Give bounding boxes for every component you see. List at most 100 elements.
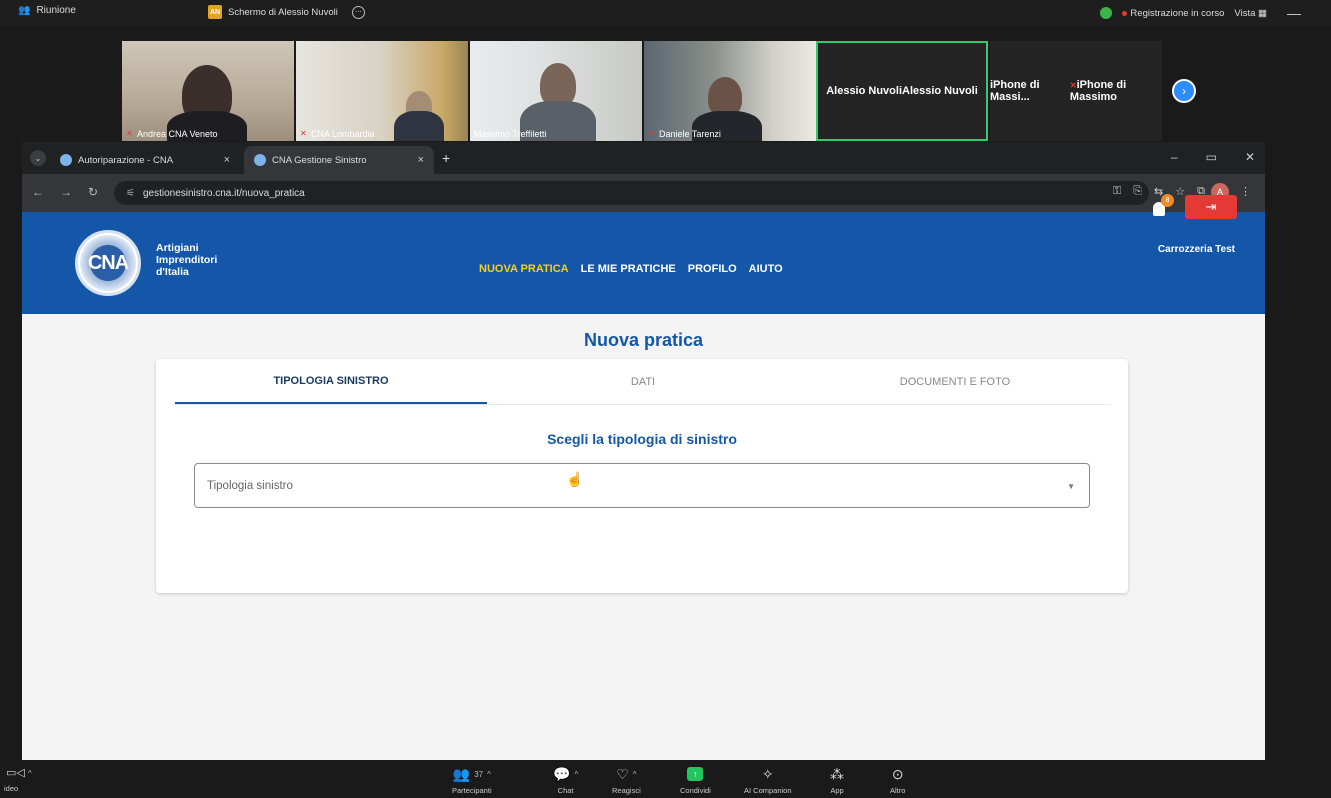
sparkle-icon: ✧: [761, 765, 774, 782]
participant-tile-active[interactable]: Alessio Nuvoli Alessio Nuvoli: [816, 41, 988, 141]
chat-label: Chat: [557, 786, 574, 795]
apps-icon: ⁂: [830, 765, 844, 782]
view-label: Vista: [1234, 7, 1256, 19]
video-button[interactable]: ▭◁ ^ ideo: [4, 766, 32, 793]
recording-dot-icon: [1122, 10, 1128, 16]
mic-muted-icon: ✕: [648, 129, 655, 138]
chevron-up-icon[interactable]: ^: [574, 770, 578, 779]
cast-icon[interactable]: ⎘: [1133, 185, 1142, 198]
brand-line: Imprenditori: [156, 254, 218, 266]
tab-search-icon[interactable]: ⌄: [30, 150, 46, 166]
recording-status[interactable]: Registrazione in corso: [1122, 8, 1224, 19]
close-tab-icon[interactable]: ×: [224, 154, 230, 166]
meeting-info[interactable]: 👥 Riunione: [18, 5, 76, 16]
apps-button[interactable]: ⁂ App: [830, 765, 844, 796]
password-key-icon[interactable]: ⚿: [1113, 185, 1121, 198]
participant-name: ✕ Daniele Tarenzi: [648, 129, 721, 139]
page-content: Nuova pratica TIPOLOGIA SINISTRO DATI DO…: [22, 314, 1265, 760]
zoom-top-bar: 👥 Riunione AN Schermo di Alessio Nuvoli …: [0, 0, 1331, 26]
back-icon[interactable]: ←: [32, 185, 44, 199]
main-nav: NUOVA PRATICA LE MIE PRATICHE PROFILO AI…: [479, 263, 783, 275]
tab-dati[interactable]: DATI: [487, 359, 799, 404]
zoom-controls-bar: ▭◁ ^ ideo 👥 37 ^ Partecipanti 💬 ^ Chat ♡ ^ R…: [0, 760, 1331, 798]
user-name: Carrozzeria Test: [1157, 244, 1235, 255]
tab-tipologia-sinistro[interactable]: TIPOLOGIA SINISTRO: [175, 359, 487, 404]
react-button[interactable]: ♡ ^ Reagisci: [612, 765, 641, 796]
participant-body: [394, 111, 444, 141]
minimize-icon[interactable]: —: [1287, 5, 1301, 21]
site-header: CNA Artigiani Imprenditori d'Italia NUOV…: [22, 212, 1265, 314]
security-shield-icon[interactable]: [1100, 7, 1113, 19]
zoom-top-right: Registrazione in corso Vista ▦ —: [1100, 5, 1301, 21]
sharer-avatar: AN: [208, 5, 222, 19]
grid-icon: ▦: [1258, 7, 1267, 19]
nav-profilo[interactable]: PROFILO: [688, 263, 737, 275]
mic-muted-icon: ✕: [300, 129, 307, 138]
logout-icon: ⇥: [1205, 199, 1217, 214]
participant-tile[interactable]: ✕ CNA Lombardia: [296, 41, 468, 141]
nav-nuova-pratica[interactable]: NUOVA PRATICA: [479, 263, 569, 275]
chevron-up-icon[interactable]: ^: [633, 770, 637, 779]
screen-share-indicator[interactable]: AN Schermo di Alessio Nuvoli ⋯: [208, 5, 365, 19]
view-button[interactable]: Vista ▦: [1234, 8, 1267, 19]
participant-strip: ✕ Andrea CNA Veneto ✕ CNA Lombardia Massim…: [0, 26, 1331, 142]
heart-icon: ♡: [616, 765, 629, 782]
more-options-icon[interactable]: ⋯: [351, 5, 365, 19]
apps-label: App: [830, 786, 844, 795]
tipologia-sinistro-select[interactable]: Tipologia sinistro ▼: [194, 463, 1090, 508]
cna-logo[interactable]: CNA: [75, 230, 141, 296]
tab-gestione-sinistro[interactable]: CNA Gestione Sinistro ×: [244, 146, 434, 174]
meeting-icon: 👥: [18, 5, 31, 16]
chat-button[interactable]: 💬 ^ Chat: [553, 765, 578, 796]
tab-autoriparazione[interactable]: Autoriparazione - CNA ×: [50, 146, 240, 174]
tab-bar: ⌄ Autoriparazione - CNA × CNA Gestione S…: [22, 142, 1265, 174]
share-button[interactable]: ↑ Condividi: [680, 765, 711, 795]
participant-tile[interactable]: ✕ Daniele Tarenzi: [644, 41, 816, 141]
ai-companion-button[interactable]: ✧ AI Companion: [744, 765, 792, 796]
close-tab-icon[interactable]: ×: [418, 154, 424, 166]
dropdown-arrow-icon: ▼: [1067, 482, 1075, 491]
minimize-window-icon[interactable]: –: [1171, 150, 1178, 164]
address-bar[interactable]: ⚟ gestionesinistro.cna.it/nuova_pratica: [114, 181, 1149, 205]
page-title: Nuova pratica: [583, 330, 704, 350]
participant-display-name: iPhone di Massi...: [990, 79, 1040, 103]
browser-toolbar: ← → ↻ ⚟ gestionesinistro.cna.it/nuova_pr…: [22, 174, 1265, 212]
tab-label: Autoriparazione - CNA: [78, 154, 174, 166]
notification-badge: 8: [1161, 194, 1174, 207]
brand-tagline: Artigiani Imprenditori d'Italia: [156, 242, 217, 278]
participant-name: Massimo Treffiletti: [474, 129, 547, 139]
logout-button[interactable]: ⇥: [1185, 195, 1237, 219]
react-label: Reagisci: [612, 786, 641, 795]
next-page-icon[interactable]: ›: [1172, 79, 1196, 103]
browser-window: ⌄ Autoriparazione - CNA × CNA Gestione S…: [22, 142, 1265, 760]
brand-line: d'Italia: [156, 266, 189, 278]
mic-muted-icon: ✕: [1069, 81, 1077, 90]
nav-mie-pratiche[interactable]: LE MIE PRATICHE: [581, 263, 676, 275]
participant-name: ✕iPhone di Massimo: [1069, 79, 1127, 103]
section-title: Scegli la tipologia di sinistro: [547, 431, 737, 447]
chevron-up-icon[interactable]: ^: [487, 770, 491, 779]
more-label: Altro: [890, 786, 906, 795]
bookmark-star-icon[interactable]: ☆: [1175, 185, 1185, 198]
forward-icon[interactable]: →: [60, 185, 72, 199]
meeting-label: Riunione: [36, 5, 76, 16]
close-window-icon[interactable]: ✕: [1245, 150, 1255, 164]
site-info-icon[interactable]: ⚟: [126, 188, 135, 199]
participant-tile[interactable]: ✕ Andrea CNA Veneto: [122, 41, 294, 141]
more-button[interactable]: ⊙ Altro: [890, 765, 906, 796]
participant-tile[interactable]: Massimo Treffiletti: [470, 41, 642, 141]
share-label: Condividi: [680, 786, 711, 795]
tab-documenti-foto[interactable]: DOCUMENTI E FOTO: [799, 359, 1111, 404]
reload-icon[interactable]: ↻: [88, 185, 98, 199]
participants-button[interactable]: 👥 37 ^ Partecipanti: [452, 765, 492, 796]
chat-icon: 💬: [553, 765, 571, 782]
new-tab-icon[interactable]: +: [442, 150, 450, 166]
chevron-up-icon[interactable]: ^: [28, 769, 32, 778]
participant-name: ✕ CNA Lombardia: [300, 129, 375, 139]
nav-aiuto[interactable]: AIUTO: [749, 263, 783, 275]
browser-menu-icon[interactable]: ⋮: [1240, 185, 1251, 198]
participant-tile[interactable]: iPhone di Massi... ✕iPhone di Massimo: [990, 41, 1162, 141]
window-controls: – ▭ ✕: [1171, 150, 1255, 164]
restore-window-icon[interactable]: ▭: [1206, 150, 1217, 164]
brand-line: Artigiani: [156, 242, 199, 254]
